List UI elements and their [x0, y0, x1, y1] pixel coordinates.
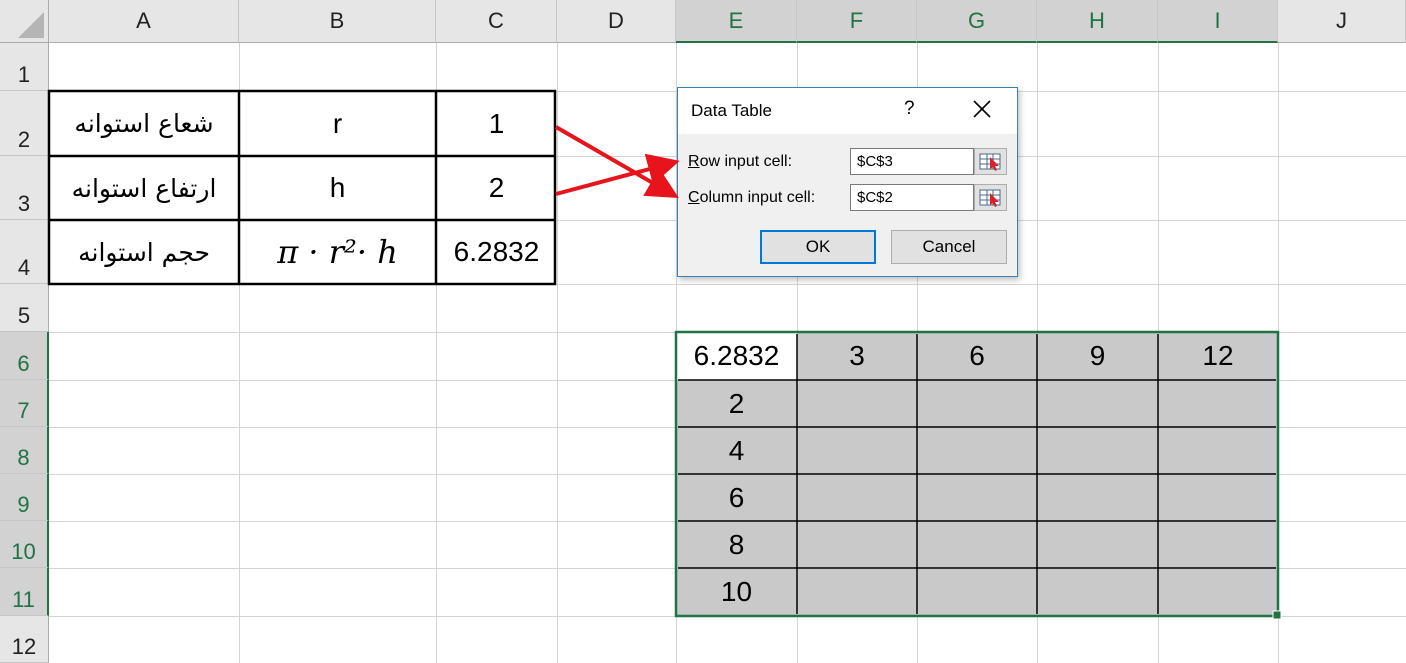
row-input-cell-field[interactable] — [850, 148, 974, 175]
column-header-c[interactable]: C — [436, 0, 557, 43]
column-header-e[interactable]: E — [676, 0, 797, 43]
row-header-3[interactable]: 3 — [0, 156, 49, 220]
row-input-cell-label: Row input cell: — [688, 153, 793, 170]
column-header-a[interactable]: A — [49, 0, 239, 43]
cell-b2[interactable]: r — [239, 91, 436, 156]
dialog-title: Data Table — [691, 101, 772, 120]
row-header-9[interactable]: 9 — [0, 474, 49, 521]
select-all-triangle-icon — [18, 12, 44, 38]
row-header-7[interactable]: 7 — [0, 380, 49, 427]
cell-c4[interactable]: 6.2832 — [436, 220, 557, 284]
column-header-g[interactable]: G — [917, 0, 1037, 43]
column-input-cell-label: Column input cell: — [688, 189, 816, 206]
cell-e8[interactable]: 4 — [676, 427, 797, 474]
cell-a2[interactable]: شعاع استوانه — [49, 91, 239, 156]
cell-b4-formula[interactable]: π · r²· h — [239, 220, 436, 284]
cell-g6[interactable]: 6 — [917, 332, 1037, 380]
range-selector-icon — [979, 153, 1001, 171]
cell-e7[interactable]: 2 — [676, 380, 797, 427]
cell-h6[interactable]: 9 — [1037, 332, 1158, 380]
cell-e9[interactable]: 6 — [676, 474, 797, 521]
help-button[interactable]: ? — [904, 98, 915, 120]
dialog-titlebar[interactable]: Data Table ? — [678, 88, 1017, 134]
row-header-11[interactable]: 11 — [0, 568, 49, 616]
row-header-8[interactable]: 8 — [0, 427, 49, 474]
column-range-selector-button[interactable] — [974, 184, 1007, 211]
column-header-i[interactable]: I — [1158, 0, 1278, 43]
row-header-2[interactable]: 2 — [0, 91, 49, 156]
select-all-corner[interactable] — [0, 0, 49, 43]
cell-c3[interactable]: 2 — [436, 156, 557, 220]
row-header-5[interactable]: 5 — [0, 284, 49, 332]
cell-a4[interactable]: حجم استوانه — [49, 220, 239, 284]
range-selector-icon — [979, 189, 1001, 207]
column-header-b[interactable]: B — [239, 0, 436, 43]
ok-button[interactable]: OK — [760, 230, 876, 264]
row-header-10[interactable]: 10 — [0, 521, 49, 568]
cell-f6[interactable]: 3 — [797, 332, 917, 380]
close-icon[interactable] — [967, 96, 997, 122]
column-header-d[interactable]: D — [557, 0, 676, 43]
cell-e11[interactable]: 10 — [676, 568, 797, 616]
cell-b3[interactable]: h — [239, 156, 436, 220]
row-header-4[interactable]: 4 — [0, 220, 49, 284]
row-range-selector-button[interactable] — [974, 148, 1007, 175]
cell-e10[interactable]: 8 — [676, 521, 797, 568]
row-header-12[interactable]: 12 — [0, 616, 49, 663]
cell-e6[interactable]: 6.2832 — [676, 332, 797, 380]
row-header-1[interactable]: 1 — [0, 43, 49, 91]
column-header-h[interactable]: H — [1037, 0, 1158, 43]
row-header-6[interactable]: 6 — [0, 332, 49, 380]
column-header-j[interactable]: J — [1278, 0, 1406, 43]
data-table-dialog: Data Table ? Row input cell: Column inpu… — [677, 87, 1018, 277]
cell-a3[interactable]: ارتفاع استوانه — [49, 156, 239, 220]
cancel-button[interactable]: Cancel — [891, 230, 1007, 264]
fill-handle — [1272, 610, 1282, 620]
column-header-f[interactable]: F — [797, 0, 917, 43]
column-input-cell-field[interactable] — [850, 184, 974, 211]
cell-c2[interactable]: 1 — [436, 91, 557, 156]
cell-i6[interactable]: 12 — [1158, 332, 1278, 380]
